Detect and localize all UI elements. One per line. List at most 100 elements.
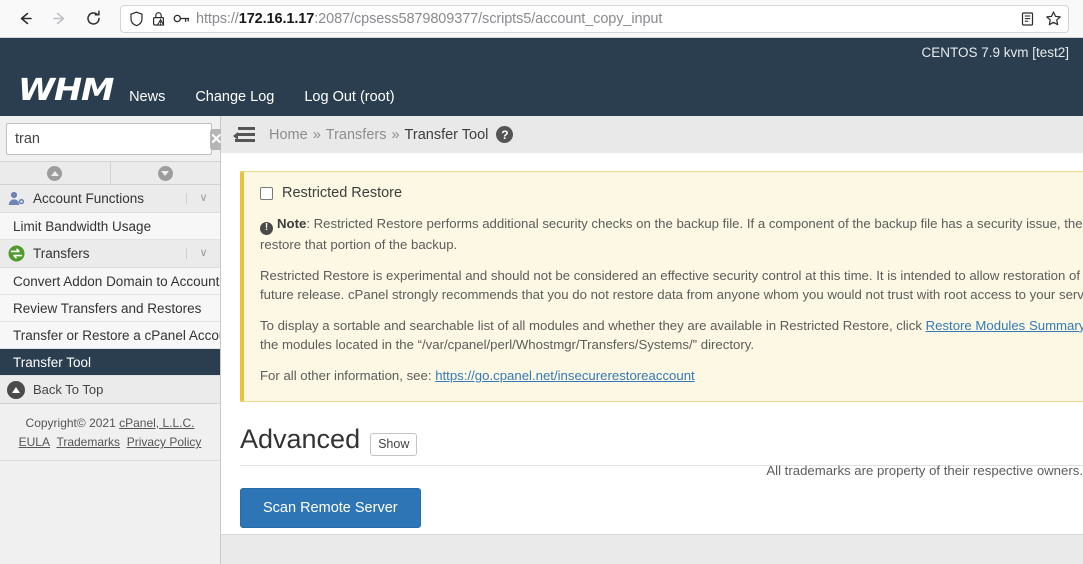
advanced-section-header: Advanced Show [240, 424, 1083, 456]
reload-button[interactable] [78, 5, 108, 33]
reload-icon [86, 10, 100, 25]
address-bar-icons [127, 11, 196, 27]
sidebar-item-transfer-or-restore-cpanel-account[interactable]: Transfer or Restore a cPanel Account [0, 322, 220, 349]
breadcrumb-separator: » [391, 126, 400, 143]
cpanel-company-link[interactable]: cPanel, L.L.C. [119, 416, 194, 430]
alert-note-label: Note [277, 216, 307, 231]
address-bar-actions [1012, 10, 1062, 27]
alert-paragraph-3: To display a sortable and searchable lis… [260, 316, 1083, 354]
browser-nav-buttons [10, 5, 108, 33]
shield-icon[interactable] [129, 11, 144, 27]
restricted-restore-label: Restricted Restore [282, 185, 403, 201]
page-footer-strip [221, 534, 1083, 564]
sidebar-item-label: Transfer Tool [13, 354, 92, 370]
restricted-restore-alert: Restricted Restore ! Note: Restricted Res… [240, 171, 1083, 403]
back-to-top-button[interactable]: Back To Top [0, 376, 220, 404]
browser-toolbar: https://172.16.1.17:2087/cpsess587980937… [0, 0, 1083, 38]
sidebar-item-limit-bandwidth-usage[interactable]: Limit Bandwidth Usage [0, 213, 220, 240]
scroll-down-button[interactable] [109, 162, 220, 184]
back-button[interactable] [10, 5, 40, 33]
insecure-restore-doc-link[interactable]: https://go.cpanel.net/insecurerestoreacc… [435, 368, 695, 383]
chevron-down-icon[interactable]: ∨ [186, 248, 220, 259]
breadcrumb: Home » Transfers » Transfer Tool ? [269, 126, 514, 143]
privacy-policy-link[interactable]: Privacy Policy [127, 435, 202, 449]
sidebar-group-label: Transfers [33, 246, 90, 261]
url-scheme: https:// [196, 10, 239, 27]
alert-paragraph-2: Restricted Restore is experimental and s… [260, 267, 1083, 302]
user-functions-icon [7, 190, 25, 208]
breadcrumb-transfers[interactable]: Transfers [326, 127, 387, 143]
alert-paragraph-4: For all other information, see: https://… [260, 366, 1083, 385]
arrow-right-icon [52, 12, 64, 25]
scroll-up-button[interactable] [0, 162, 110, 184]
main-content: Home » Transfers » Transfer Tool ? Restr… [221, 116, 1083, 564]
copyright-line: Copyright© 2021 cPanel, L.L.C. [6, 414, 214, 433]
legal-links: EULA Trademarks Privacy Policy [6, 433, 214, 452]
back-to-top-label: Back To Top [33, 382, 104, 397]
lock-warning-icon[interactable] [151, 11, 166, 27]
eula-link[interactable]: EULA [19, 435, 50, 449]
exclamation-circle-icon: ! [260, 221, 273, 235]
trademark-note: All trademarks are property of their res… [766, 463, 1083, 478]
content-area: Restricted Restore ! Note: Restricted Res… [221, 153, 1083, 534]
copyright-text: Copyright© 2021 [25, 416, 120, 430]
restore-modules-summary-link[interactable]: Restore Modules Summary [926, 318, 1083, 333]
sidebar-search-wrap: ✕ [0, 116, 223, 161]
search-box[interactable]: ✕ [6, 123, 223, 155]
restricted-restore-row[interactable]: Restricted Restore [260, 185, 1083, 201]
sidebar-item-label: Convert Addon Domain to Account [13, 273, 220, 289]
breadcrumb-bar: Home » Transfers » Transfer Tool ? [221, 116, 1083, 153]
star-icon[interactable] [1045, 10, 1062, 27]
forward-button[interactable] [44, 5, 74, 33]
nav-link-log-out[interactable]: Log Out (root) [304, 89, 394, 108]
sidebar-item-convert-addon-domain[interactable]: Convert Addon Domain to Account [0, 268, 220, 295]
address-bar[interactable]: https://172.16.1.17:2087/cpsess587980937… [120, 4, 1069, 33]
sidebar-group-label: Account Functions [33, 191, 145, 206]
scan-remote-server-button[interactable]: Scan Remote Server [240, 487, 421, 528]
nav-link-change-log[interactable]: Change Log [195, 89, 274, 108]
page-body: ✕ Account [0, 116, 1083, 564]
arrow-up-circle-icon [7, 380, 25, 399]
sidebar-nav-list: Account Functions ∨ Limit Bandwidth Usag… [0, 185, 220, 564]
sidebar: ✕ Account [0, 116, 223, 564]
sidebar-empty-area [0, 460, 220, 462]
whm-nav: WHM News Change Log Log Out (root) [0, 76, 425, 116]
url-path: :2087/cpsess5879809377/scripts5/account_… [314, 10, 663, 27]
sidebar-item-label: Review Transfers and Restores [13, 300, 202, 316]
sidebar-item-review-transfers-and-restores[interactable]: Review Transfers and Restores [0, 295, 220, 322]
breadcrumb-separator: » [312, 126, 321, 143]
arrow-left-icon [20, 12, 32, 25]
alert-p4-pre: For all other information, see: [260, 368, 436, 384]
url-host: 172.16.1.17 [238, 10, 315, 27]
nav-link-news[interactable]: News [129, 89, 165, 108]
alert-note-paragraph: ! Note: Restricted Restore performs addit… [260, 214, 1083, 254]
chevron-up-circle-icon [47, 165, 63, 181]
sidebar-scroll-buttons [0, 161, 220, 185]
key-icon[interactable] [173, 12, 190, 25]
breadcrumb-current: Transfer Tool [404, 126, 489, 143]
transfers-icon [7, 245, 25, 263]
os-badge: CENTOS 7.9 kvm [test2] [921, 45, 1069, 60]
sidebar-item-label: Limit Bandwidth Usage [13, 218, 152, 234]
breadcrumb-home[interactable]: Home [269, 127, 308, 143]
search-input[interactable] [7, 131, 210, 147]
collapse-menu-icon[interactable] [233, 127, 255, 142]
reader-mode-icon[interactable] [1020, 11, 1035, 27]
sidebar-footer: Copyright© 2021 cPanel, L.L.C. EULA Trad… [0, 404, 220, 461]
advanced-show-button[interactable]: Show [370, 433, 418, 456]
alert-note-text: : Restricted Restore performs additional… [260, 216, 1083, 252]
advanced-title: Advanced [240, 424, 361, 455]
whm-logo[interactable]: WHM [18, 76, 114, 108]
alert-p3-pre: To display a sortable and searchable lis… [260, 317, 926, 333]
chevron-down-circle-icon [157, 165, 173, 181]
sidebar-item-label: Transfer or Restore a cPanel Account [13, 327, 220, 343]
restricted-restore-checkbox[interactable] [260, 186, 273, 200]
sidebar-item-transfer-tool[interactable]: Transfer Tool [0, 349, 220, 376]
url-text[interactable]: https://172.16.1.17:2087/cpsess587980937… [196, 11, 1012, 27]
sidebar-group-account-functions[interactable]: Account Functions ∨ [0, 185, 220, 213]
sidebar-group-transfers[interactable]: Transfers ∨ [0, 240, 220, 268]
chevron-down-icon[interactable]: ∨ [186, 193, 220, 204]
whm-header: CENTOS 7.9 kvm [test2] WHM News Change L… [0, 38, 1083, 116]
help-circle-icon[interactable]: ? [496, 126, 514, 143]
trademarks-link[interactable]: Trademarks [56, 435, 120, 449]
